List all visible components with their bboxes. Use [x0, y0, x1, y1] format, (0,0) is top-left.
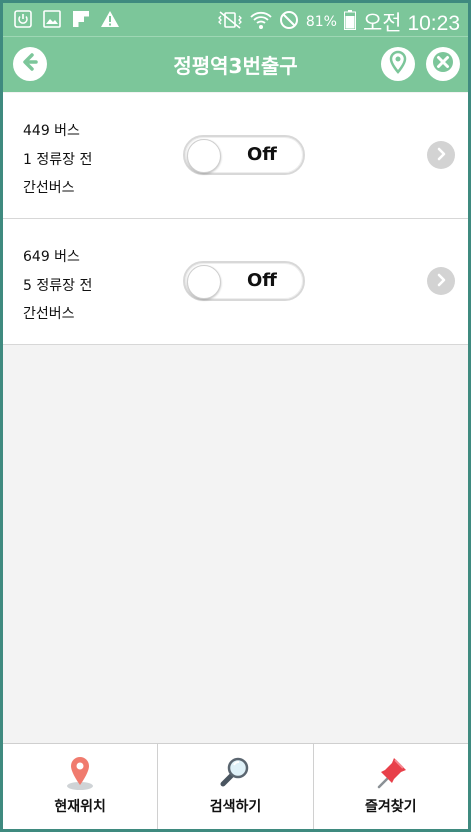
nav-current-location[interactable]: 현재위치 [3, 744, 159, 829]
close-icon [432, 51, 454, 77]
image-icon [42, 9, 62, 29]
blocked-icon [279, 10, 299, 34]
nav-label: 즐겨찾기 [365, 799, 417, 815]
list-item-bus-649[interactable]: 649 버스 5 정류장 전 간선버스 Off [3, 219, 468, 345]
alarm-toggle[interactable]: Off [183, 135, 305, 175]
flipboard-icon [71, 9, 91, 29]
alarm-toggle[interactable]: Off [183, 261, 305, 301]
map-pin-icon [62, 754, 98, 796]
title-bar: 정평역3번출구 [3, 36, 468, 92]
bus-list: 449 버스 1 정류장 전 간선버스 Off 649 버스 5 정류장 전 간… [3, 93, 468, 345]
location-pin-icon [387, 50, 409, 78]
close-button[interactable] [426, 47, 460, 81]
battery-icon [343, 10, 356, 34]
bus-info: 449 버스 1 정류장 전 간선버스 [23, 117, 92, 203]
vibrate-mute-icon [217, 10, 243, 34]
stops-away: 1 정류장 전 [23, 151, 93, 168]
toggle-label: Off [247, 144, 277, 165]
toggle-label: Off [247, 270, 277, 291]
clock: 오전 10:23 [362, 12, 460, 35]
status-bar: 81% 오전 10:23 [3, 3, 468, 36]
bus-type: 간선버스 [23, 180, 75, 196]
toggle-knob [187, 265, 221, 299]
magnifier-icon [217, 754, 253, 794]
bus-number: 449 버스 [23, 123, 80, 139]
list-item-bus-449[interactable]: 449 버스 1 정류장 전 간선버스 Off [3, 93, 468, 219]
nav-favorites[interactable]: 즐겨찾기 [314, 744, 468, 829]
wifi-icon [250, 10, 272, 34]
bus-info: 649 버스 5 정류장 전 간선버스 [23, 243, 92, 329]
battery-percent: 81% [305, 14, 337, 30]
toggle-knob [187, 139, 221, 173]
stops-away: 5 정류장 전 [23, 277, 93, 294]
bus-number: 649 버스 [23, 249, 80, 265]
bottom-nav: 현재위치 검색하기 즐겨찾기 [3, 743, 468, 829]
bus-type: 간선버스 [23, 306, 75, 322]
chevron-right-icon [434, 272, 448, 291]
pushpin-icon [372, 754, 410, 796]
location-button[interactable] [381, 47, 415, 81]
warning-icon [100, 9, 120, 29]
detail-button[interactable] [427, 267, 455, 295]
nav-label: 검색하기 [209, 799, 262, 815]
chevron-right-icon [434, 146, 448, 165]
app-frame: 81% 오전 10:23 정평역3번출구 449 버스 1 정류장 전 간선버스… [3, 3, 468, 829]
detail-button[interactable] [427, 141, 455, 169]
power-icon [13, 9, 33, 29]
nav-label: 현재위치 [54, 799, 106, 815]
nav-search[interactable]: 검색하기 [158, 744, 314, 829]
